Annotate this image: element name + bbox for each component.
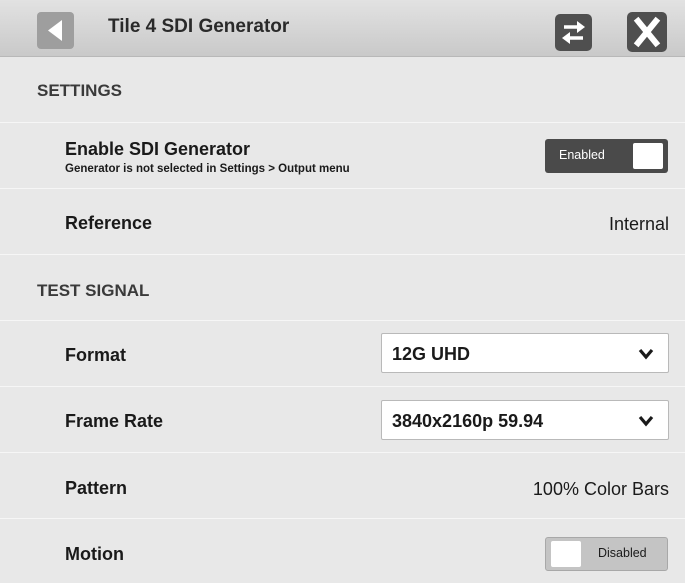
pattern-value: 100% Color Bars <box>532 479 669 499</box>
motion-row: Motion Disabled <box>0 519 685 583</box>
pattern-label: Pattern <box>65 478 128 498</box>
close-button[interactable] <box>627 12 667 52</box>
frame-rate-row: Frame Rate 3840x2160p 59.94 <box>0 387 685 453</box>
reference-label: Reference <box>65 213 153 233</box>
frame-rate-select[interactable]: 3840x2160p 59.94 <box>381 400 669 440</box>
swap-arrows-icon <box>562 21 585 44</box>
test-signal-heading: TEST SIGNAL <box>37 281 150 300</box>
settings-heading: SETTINGS <box>37 81 123 100</box>
frame-rate-selected-value: 3840x2160p 59.94 <box>392 411 544 431</box>
chevron-down-icon <box>638 415 654 427</box>
page-title: Tile 4 SDI Generator <box>108 16 290 37</box>
toggle-knob <box>633 143 663 169</box>
format-row: Format 12G UHD <box>0 321 685 387</box>
chevron-down-icon <box>638 348 654 360</box>
motion-toggle[interactable]: Disabled <box>545 537 668 571</box>
back-arrow-icon <box>48 20 62 41</box>
toggle-label: Disabled <box>598 546 647 560</box>
enable-sdi-generator-label: Enable SDI Generator <box>65 139 251 159</box>
pattern-row[interactable]: Pattern 100% Color Bars <box>0 453 685 519</box>
settings-section-header: SETTINGS <box>0 57 685 123</box>
swap-button[interactable] <box>555 14 592 51</box>
toggle-label: Enabled <box>559 148 605 162</box>
toggle-knob <box>551 541 581 567</box>
title-bar: Tile 4 SDI Generator <box>0 0 685 57</box>
close-x-icon <box>633 16 661 48</box>
motion-label: Motion <box>65 544 124 564</box>
enable-sdi-generator-toggle[interactable]: Enabled <box>545 139 668 173</box>
generator-note: Generator is not selected in Settings > … <box>65 163 350 175</box>
test-signal-section-header: TEST SIGNAL <box>0 255 685 321</box>
enable-sdi-generator-row: Enable SDI Generator Generator is not se… <box>0 123 685 189</box>
frame-rate-label: Frame Rate <box>65 411 164 431</box>
format-selected-value: 12G UHD <box>392 344 471 364</box>
back-button[interactable] <box>37 12 74 49</box>
format-label: Format <box>65 345 127 365</box>
format-select[interactable]: 12G UHD <box>381 333 669 373</box>
reference-row[interactable]: Reference Internal <box>0 189 685 255</box>
reference-value: Internal <box>608 214 669 234</box>
